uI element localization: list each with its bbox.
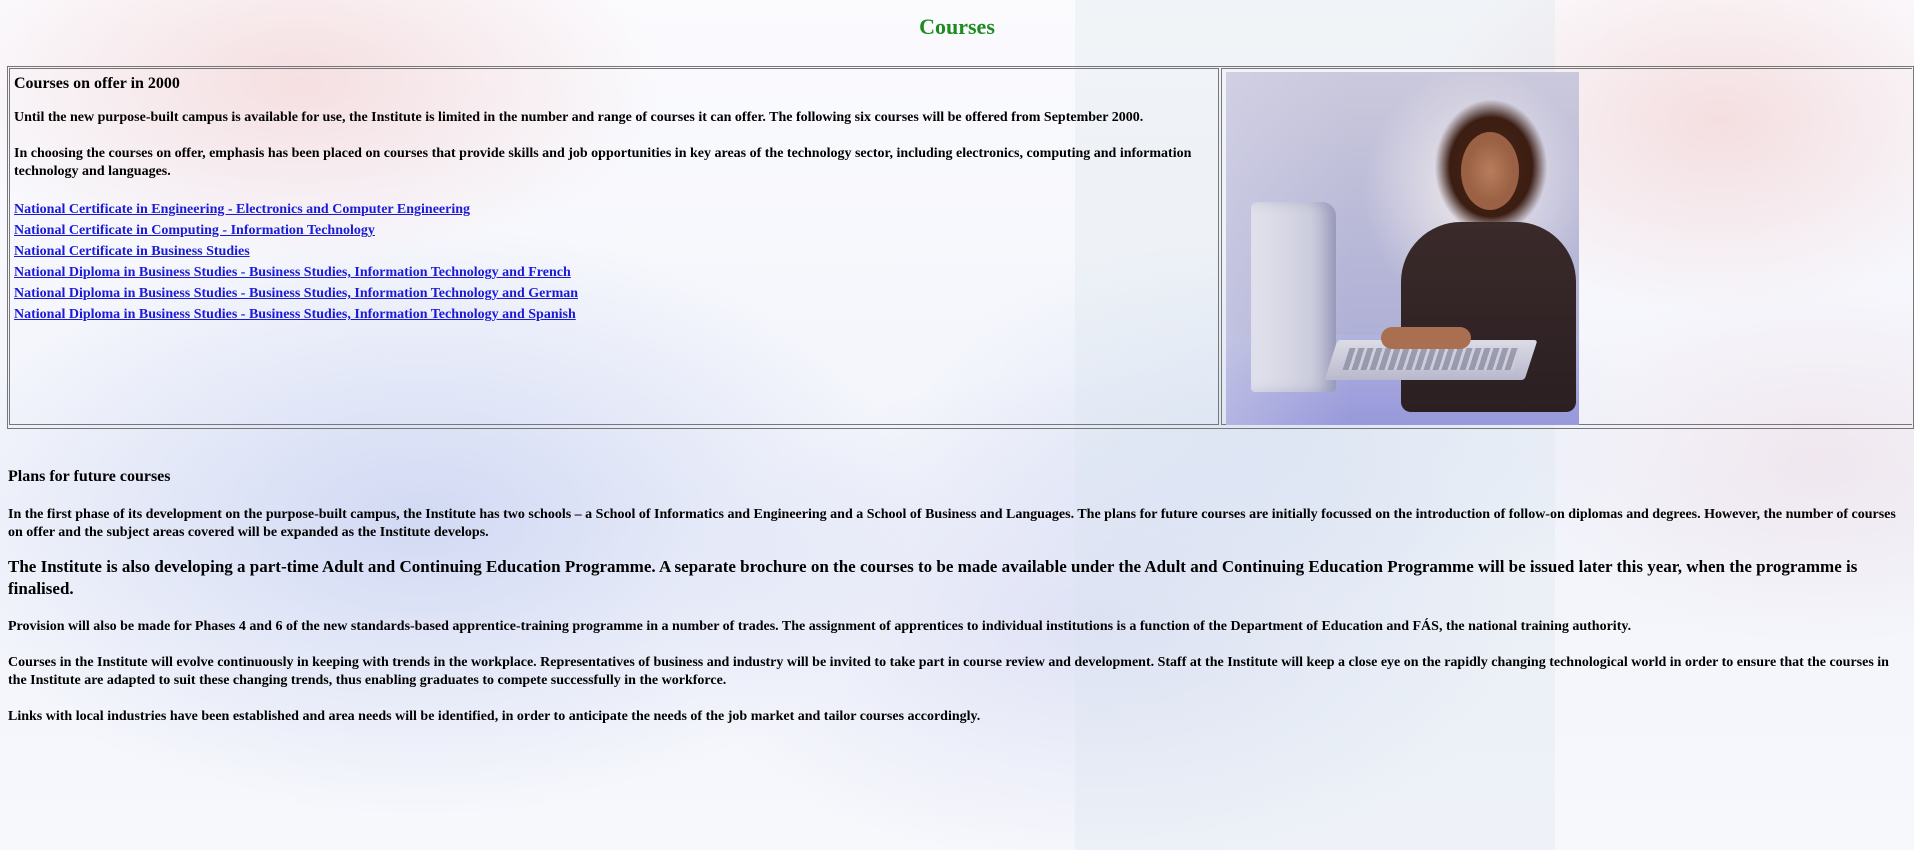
courses-offer-cell: Courses on offer in 2000 Until the new p…: [9, 68, 1219, 425]
photo-hands: [1381, 327, 1471, 349]
future-courses-section: Plans for future courses In the first ph…: [8, 468, 1908, 744]
photo-person-body: [1401, 222, 1576, 412]
photo-cell: [1221, 68, 1912, 425]
course-link-nd-business-german[interactable]: National Diploma in Business Studies - B…: [14, 283, 1214, 304]
courses-table: Courses on offer in 2000 Until the new p…: [7, 66, 1914, 429]
page-title: Courses: [919, 14, 995, 39]
offer-paragraph-1: Until the new purpose-built campus is av…: [14, 110, 1144, 125]
photo-face: [1461, 132, 1519, 210]
offer-heading: Courses on offer in 2000: [14, 75, 180, 92]
future-paragraph-2: The Institute is also developing a part-…: [8, 557, 1858, 598]
student-at-computer-photo: [1226, 72, 1579, 425]
course-link-nc-computing[interactable]: National Certificate in Computing - Info…: [14, 220, 1214, 241]
course-list: National Certificate in Engineering - El…: [14, 199, 1214, 325]
photo-keys: [1342, 348, 1520, 370]
future-paragraph-3: Provision will also be made for Phases 4…: [8, 619, 1632, 634]
future-paragraph-1: In the first phase of its development on…: [8, 507, 1896, 540]
course-link-nc-business[interactable]: National Certificate in Business Studies: [14, 241, 1214, 262]
course-link-nd-business-french[interactable]: National Diploma in Business Studies - B…: [14, 262, 1214, 283]
future-paragraph-5: Links with local industries have been es…: [8, 709, 981, 724]
future-paragraph-4: Courses in the Institute will evolve con…: [8, 655, 1889, 688]
course-link-nd-business-spanish[interactable]: National Diploma in Business Studies - B…: [14, 304, 1214, 325]
course-link-nc-engineering[interactable]: National Certificate in Engineering - El…: [14, 199, 1214, 220]
offer-paragraph-2: In choosing the courses on offer, emphas…: [14, 146, 1192, 179]
future-heading: Plans for future courses: [8, 468, 171, 485]
photo-monitor: [1251, 202, 1336, 392]
